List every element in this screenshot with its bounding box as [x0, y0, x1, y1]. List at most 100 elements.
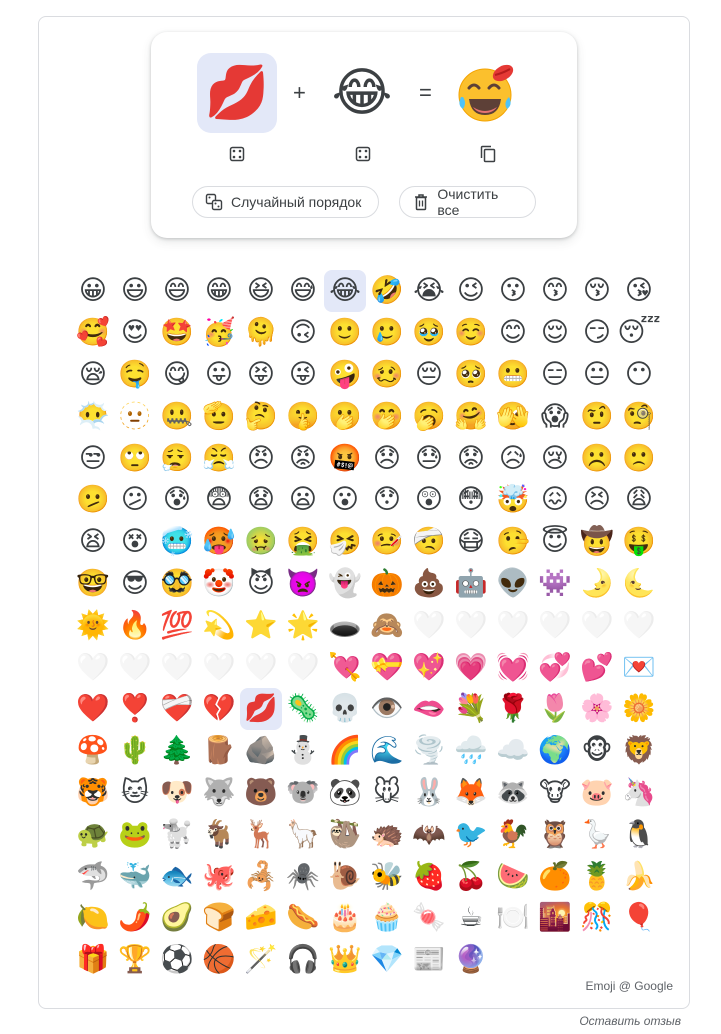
emoji-cell[interactable]: 🐐: [198, 813, 240, 855]
emoji-cell[interactable]: 🍞: [198, 897, 240, 939]
emoji-cell[interactable]: 🌪️: [408, 730, 450, 772]
emoji-cell[interactable]: ❣️: [114, 688, 156, 730]
emoji-cell[interactable]: 🌶️: [114, 897, 156, 939]
emoji-cell[interactable]: 😮‍💨: [156, 437, 198, 479]
emoji-cell[interactable]: 🤍: [618, 604, 660, 646]
emoji-cell[interactable]: 🤪: [324, 354, 366, 396]
emoji-cell[interactable]: 😵: [114, 521, 156, 563]
emoji-cell[interactable]: 🤮: [282, 521, 324, 563]
emoji-cell[interactable]: ⭐: [240, 604, 282, 646]
emoji-cell[interactable]: 🤍: [282, 646, 324, 688]
emoji-cell[interactable]: 🧐: [618, 395, 660, 437]
emoji-cell[interactable]: 🤭: [366, 395, 408, 437]
emoji-cell[interactable]: 😩: [618, 479, 660, 521]
emoji-cell[interactable]: 🐼: [324, 772, 366, 814]
emoji-cell[interactable]: 🍊: [534, 855, 576, 897]
emoji-cell[interactable]: 🦥: [324, 813, 366, 855]
emoji-cell[interactable]: 😶‍🌫️: [72, 395, 114, 437]
emoji-cell[interactable]: 🐸: [114, 813, 156, 855]
emoji-cell[interactable]: 🔥: [114, 604, 156, 646]
emoji-cell[interactable]: 😁: [198, 270, 240, 312]
emoji-cell[interactable]: 🌹: [492, 688, 534, 730]
emoji-cell[interactable]: ☕: [450, 897, 492, 939]
emoji-cell[interactable]: 😊: [492, 312, 534, 354]
emoji-cell[interactable]: 😷: [450, 521, 492, 563]
emoji-cell[interactable]: ⚽: [156, 939, 198, 981]
emoji-cell[interactable]: 🤠: [576, 521, 618, 563]
emoji-cell[interactable]: 🤣: [366, 270, 408, 312]
dice-icon[interactable]: [228, 145, 246, 163]
emoji-cell[interactable]: 🙈: [366, 604, 408, 646]
emoji-cell[interactable]: 🙃: [282, 312, 324, 354]
emoji-cell[interactable]: 😈: [240, 563, 282, 605]
emoji-cell[interactable]: 👽: [492, 563, 534, 605]
emoji-cell[interactable]: 🌷: [534, 688, 576, 730]
emoji-cell[interactable]: 😖: [534, 479, 576, 521]
emoji-cell[interactable]: 🦔: [366, 813, 408, 855]
emoji-cell[interactable]: 🤬: [324, 437, 366, 479]
emoji-cell[interactable]: 👻: [324, 563, 366, 605]
feedback-link[interactable]: Оставить отзыв: [579, 1014, 681, 1028]
emoji-cell[interactable]: 🙁: [618, 437, 660, 479]
emoji-cell[interactable]: 🕷️: [282, 855, 324, 897]
emoji-cell[interactable]: 🥳: [198, 312, 240, 354]
emoji-cell[interactable]: 💎: [366, 939, 408, 981]
emoji-cell[interactable]: 😔: [408, 354, 450, 396]
emoji-cell[interactable]: 🌵: [114, 730, 156, 772]
emoji-cell[interactable]: 😚: [576, 270, 618, 312]
emoji-cell[interactable]: 🏀: [198, 939, 240, 981]
emoji-cell[interactable]: 😴: [617, 312, 660, 354]
emoji-cell[interactable]: 🎈: [618, 897, 660, 939]
emoji-cell[interactable]: 😣: [576, 479, 618, 521]
emoji-cell[interactable]: 🎧: [282, 939, 324, 981]
copy-icon[interactable]: [479, 145, 497, 163]
emoji-cell[interactable]: 🐝: [366, 855, 408, 897]
emoji-cell[interactable]: 💌: [618, 646, 660, 688]
emoji-cell[interactable]: 🧁: [366, 897, 408, 939]
emoji-cell[interactable]: 🐱: [114, 772, 156, 814]
emoji-cell[interactable]: 😮: [324, 479, 366, 521]
emoji-cell[interactable]: 🦉: [534, 813, 576, 855]
emoji-cell[interactable]: 😜: [282, 354, 324, 396]
emoji-cell[interactable]: 🙂: [324, 312, 366, 354]
right-emoji-slot[interactable]: 😂: [322, 53, 402, 133]
emoji-cell[interactable]: 🥴: [366, 354, 408, 396]
emoji-cell[interactable]: ☹️: [576, 437, 618, 479]
emoji-cell[interactable]: 🎁: [72, 939, 114, 981]
emoji-cell[interactable]: 👁️: [366, 688, 408, 730]
emoji-cell[interactable]: 😓: [408, 437, 450, 479]
emoji-cell[interactable]: 🍬: [408, 897, 450, 939]
emoji-cell[interactable]: 😪: [72, 354, 114, 396]
emoji-cell[interactable]: 🍄: [72, 730, 114, 772]
emoji-cell[interactable]: 😀: [72, 270, 114, 312]
emoji-cell[interactable]: 🤍: [408, 604, 450, 646]
emoji-cell[interactable]: 🐯: [72, 772, 114, 814]
emoji-cell[interactable]: 😅: [282, 270, 324, 312]
result-emoji-slot[interactable]: [447, 53, 527, 133]
shuffle-button[interactable]: Случайный порядок: [192, 186, 379, 218]
emoji-cell[interactable]: 🦈: [72, 855, 114, 897]
clear-all-button[interactable]: Очистить все: [399, 186, 536, 218]
emoji-cell[interactable]: 🤍: [114, 646, 156, 688]
emoji-cell[interactable]: 🤗: [450, 395, 492, 437]
emoji-cell[interactable]: 😄: [156, 270, 198, 312]
emoji-cell[interactable]: 🍍: [576, 855, 618, 897]
emoji-cell[interactable]: 🧀: [240, 897, 282, 939]
emoji-cell[interactable]: 😲: [408, 479, 450, 521]
emoji-cell[interactable]: 🐺: [198, 772, 240, 814]
left-emoji-slot[interactable]: 💋: [197, 53, 277, 133]
emoji-cell[interactable]: 😗: [492, 270, 534, 312]
emoji-cell[interactable]: 🫦: [408, 688, 450, 730]
emoji-cell[interactable]: 😞: [366, 437, 408, 479]
emoji-cell[interactable]: 🦠: [282, 688, 324, 730]
emoji-cell[interactable]: 🐧: [618, 813, 660, 855]
emoji-cell[interactable]: 🫢: [324, 395, 366, 437]
emoji-cell[interactable]: 🪄: [240, 939, 282, 981]
emoji-cell[interactable]: 🍽️: [492, 897, 534, 939]
emoji-cell[interactable]: 🌜: [618, 563, 660, 605]
emoji-cell[interactable]: 🤕: [408, 521, 450, 563]
emoji-cell[interactable]: 🫡: [198, 395, 240, 437]
emoji-cell[interactable]: 🕳️: [324, 604, 366, 646]
emoji-cell[interactable]: 😶: [618, 354, 660, 396]
emoji-cell[interactable]: 😦: [282, 479, 324, 521]
